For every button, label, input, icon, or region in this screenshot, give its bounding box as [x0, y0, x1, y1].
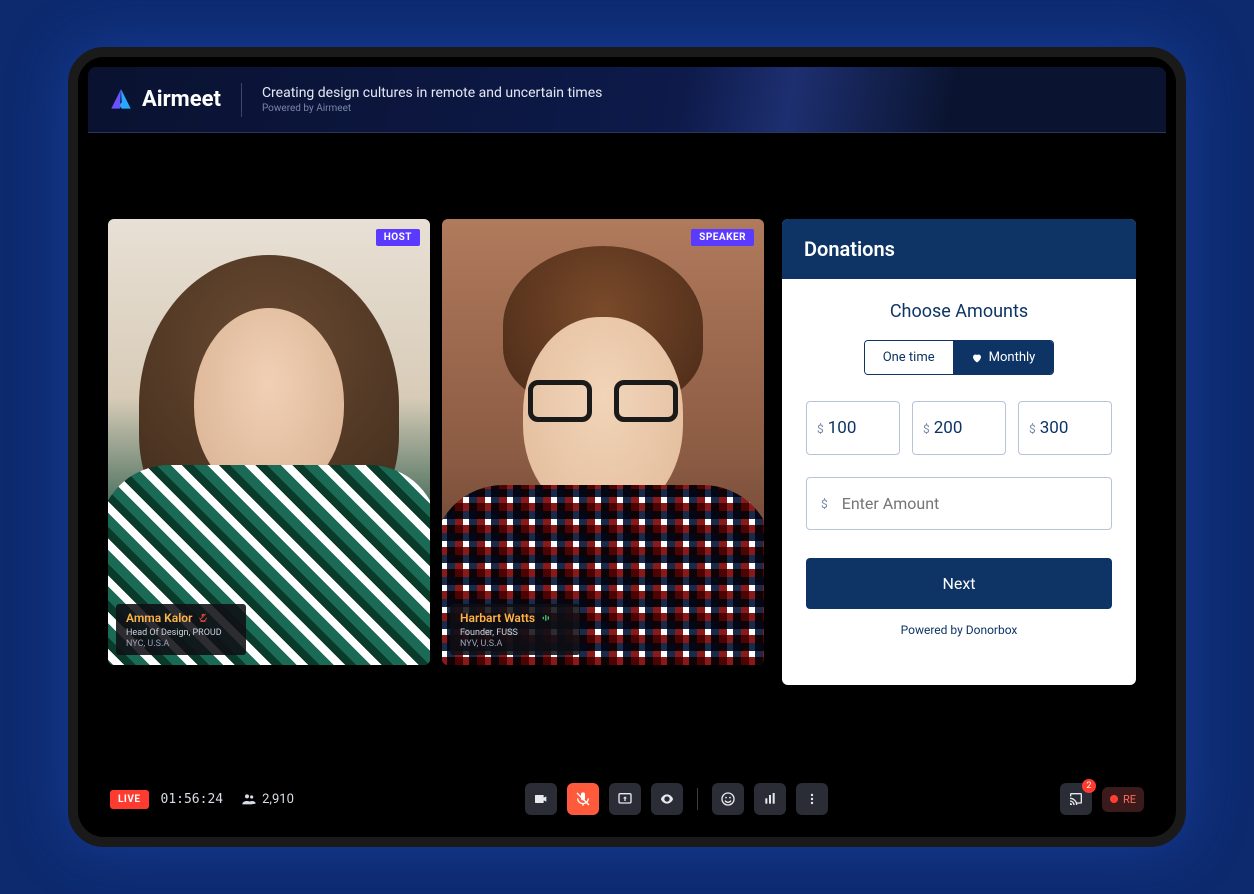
donation-panel: Donations Choose Amounts One time Monthl… [782, 219, 1136, 685]
video-grid: HOST Amma Kalor Head Of Design, PROUD NY… [108, 219, 764, 665]
participant-name-card: Harbart Watts Founder, FUSS NYV, U.S.A [450, 604, 580, 655]
amount-option-200[interactable]: $200 [912, 401, 1006, 455]
footer-right: 2 RE [1060, 783, 1144, 815]
participant-title: Head Of Design, PROUD [126, 628, 236, 638]
role-badge-host: HOST [376, 229, 420, 246]
app-header: Airmeet Creating design cultures in remo… [88, 67, 1166, 133]
mic-toggle-button[interactable] [567, 783, 599, 815]
main-content: HOST Amma Kalor Head Of Design, PROUD NY… [88, 199, 1166, 771]
attendee-count[interactable]: 2,910 [241, 791, 294, 807]
polls-button[interactable] [754, 783, 786, 815]
participant-location: NYC, U.S.A [126, 639, 236, 649]
control-separator [697, 788, 698, 810]
custom-amount-input[interactable] [842, 494, 1097, 513]
app-screen: Airmeet Creating design cultures in remo… [88, 67, 1166, 827]
choose-amounts-label: Choose Amounts [890, 301, 1028, 322]
camera-icon [533, 791, 549, 807]
footer-left: LIVE 01:56:24 2,910 [110, 790, 294, 809]
cast-icon [1068, 791, 1084, 807]
event-title: Creating design cultures in remote and u… [262, 85, 602, 101]
powered-by-label: Powered by Donorbox [901, 623, 1018, 637]
control-bar: LIVE 01:56:24 2,910 2 RE [88, 771, 1166, 827]
next-button[interactable]: Next [806, 558, 1112, 609]
video-tile-host[interactable]: HOST Amma Kalor Head Of Design, PROUD NY… [108, 219, 430, 665]
video-tile-speaker[interactable]: SPEAKER Harbart Watts Founder, FUSS NYV,… [442, 219, 764, 665]
amount-option-100[interactable]: $100 [806, 401, 900, 455]
view-toggle-button[interactable] [651, 783, 683, 815]
participant-location: NYV, U.S.A [460, 639, 570, 649]
airmeet-logo-icon [108, 87, 134, 113]
frequency-toggle: One time Monthly [864, 340, 1055, 375]
broadcast-badge: 2 [1082, 779, 1096, 793]
broadcast-button[interactable]: 2 [1060, 783, 1092, 815]
footer-center [525, 783, 828, 815]
toggle-monthly[interactable]: Monthly [953, 341, 1054, 374]
eye-icon [659, 791, 675, 807]
camera-toggle-button[interactable] [525, 783, 557, 815]
live-badge: LIVE [110, 790, 149, 809]
amount-options: $100 $200 $300 [806, 401, 1112, 455]
brand-logo[interactable]: Airmeet [108, 87, 221, 113]
video-feed [108, 219, 430, 665]
toggle-one-time[interactable]: One time [865, 341, 953, 374]
emoji-icon [720, 791, 736, 807]
event-title-block: Creating design cultures in remote and u… [262, 85, 602, 114]
custom-amount-field[interactable]: $ [806, 477, 1112, 530]
participant-name: Harbart Watts [460, 611, 535, 625]
share-screen-button[interactable] [609, 783, 641, 815]
people-icon [241, 791, 257, 807]
donation-header: Donations [782, 219, 1136, 279]
share-screen-icon [617, 791, 633, 807]
role-badge-speaker: SPEAKER [691, 229, 754, 246]
participant-title: Founder, FUSS [460, 628, 570, 638]
record-button[interactable]: RE [1102, 787, 1144, 812]
heart-icon [971, 352, 983, 364]
tablet-frame: Airmeet Creating design cultures in remo… [68, 47, 1186, 847]
reactions-button[interactable] [712, 783, 744, 815]
mic-muted-icon [198, 613, 208, 623]
participant-name-card: Amma Kalor Head Of Design, PROUD NYC, U.… [116, 604, 246, 655]
mic-off-icon [575, 791, 591, 807]
amount-option-300[interactable]: $300 [1018, 401, 1112, 455]
speaking-indicator-icon [541, 613, 551, 623]
session-timer: 01:56:24 [161, 792, 224, 807]
event-subtitle: Powered by Airmeet [262, 103, 602, 114]
video-feed [442, 219, 764, 665]
header-separator [241, 83, 242, 117]
bar-chart-icon [762, 791, 778, 807]
currency-symbol: $ [821, 497, 828, 511]
donation-body: Choose Amounts One time Monthly $100 $20… [782, 279, 1136, 685]
brand-name: Airmeet [142, 87, 221, 112]
more-vertical-icon [804, 791, 820, 807]
participant-name: Amma Kalor [126, 611, 192, 625]
more-options-button[interactable] [796, 783, 828, 815]
attendee-number: 2,910 [262, 792, 294, 807]
toggle-monthly-label: Monthly [989, 350, 1036, 365]
